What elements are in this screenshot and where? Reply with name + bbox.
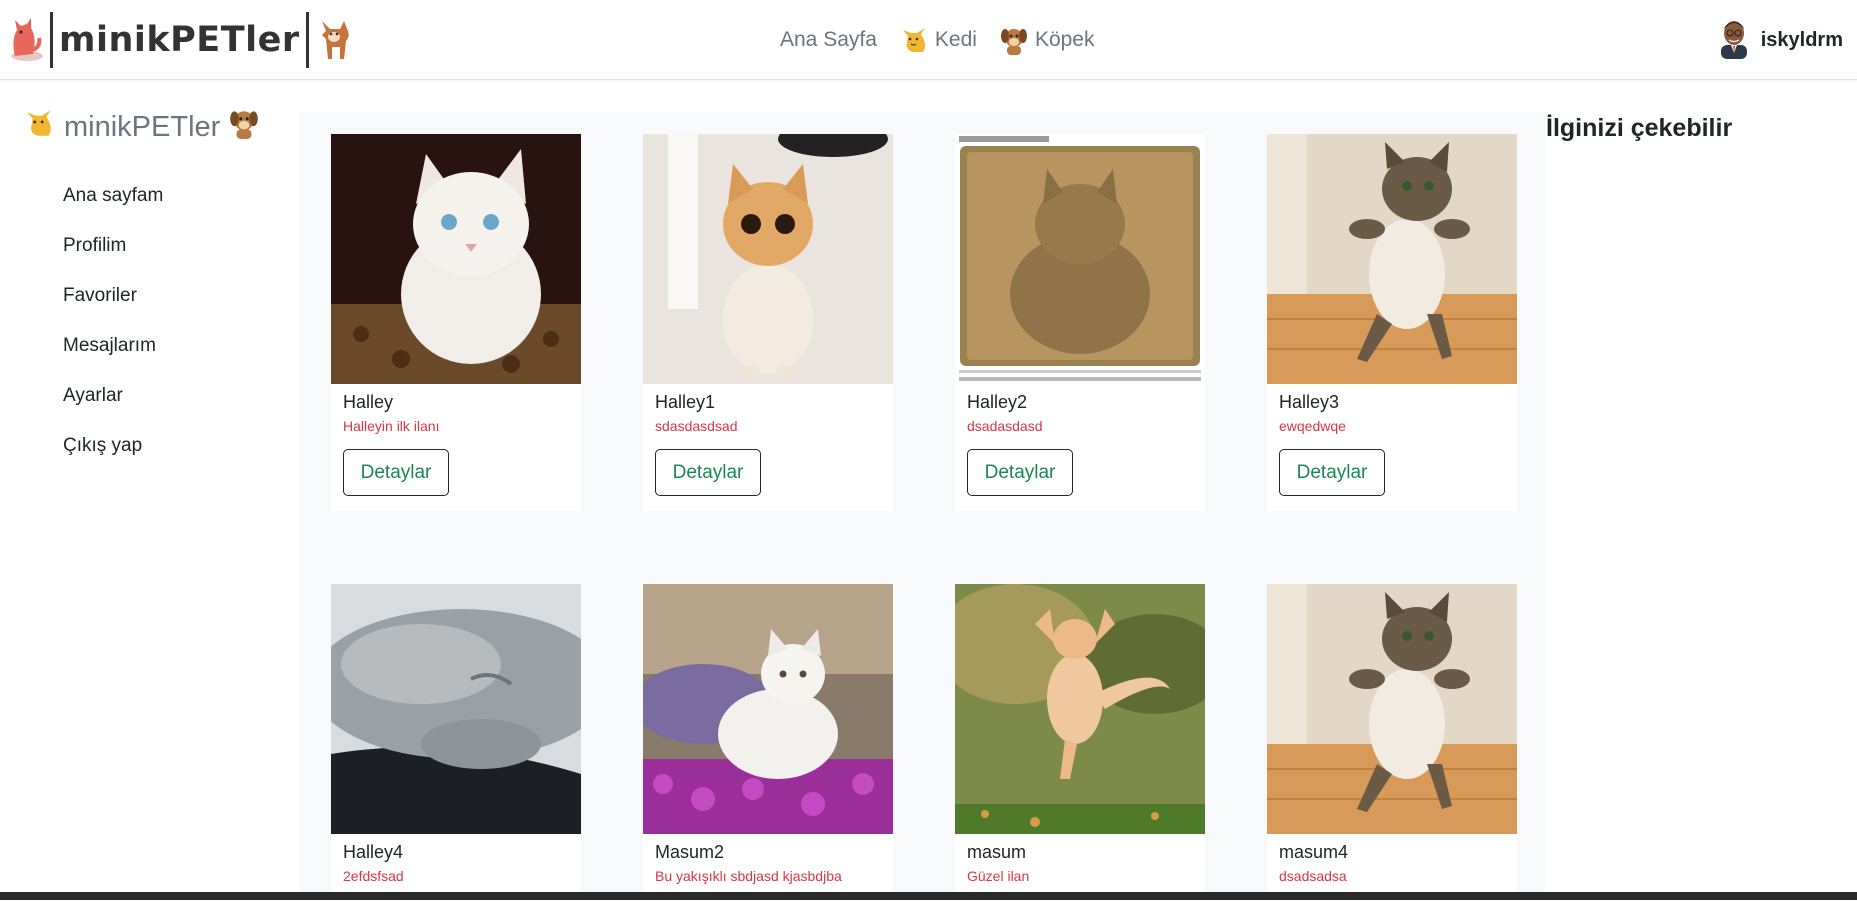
sidebar-brand-label: minikPETler xyxy=(64,110,221,143)
avatar xyxy=(1717,17,1751,64)
listing-card: Halley3 ewqedwqe Detaylar xyxy=(1267,134,1517,511)
listing-title: Halley1 xyxy=(655,392,716,412)
suggestions-heading: İlginizi çekebilir xyxy=(1546,114,1733,142)
dog-logo-icon xyxy=(313,14,355,66)
nav-link-label: Ana Sayfa xyxy=(780,28,877,51)
jumping-ginger-kitten-photo[interactable] xyxy=(955,584,1205,834)
listing-title: masum4 xyxy=(1279,842,1349,862)
username: iskyldrm xyxy=(1760,29,1843,51)
listing-grid: Halley Halleyin ilk ilanı Detaylar Halle… xyxy=(299,112,1545,901)
listing-card: masum4 dsadsadsa xyxy=(1267,584,1517,901)
cat-logo-icon xyxy=(4,14,46,66)
nav-link-kedi[interactable]: Kedi xyxy=(899,24,977,56)
dog-emoji-icon xyxy=(999,24,1029,56)
listing-title: Halley4 xyxy=(343,842,404,862)
listing-title: Halley xyxy=(343,392,394,412)
listing-title: masum xyxy=(967,842,1027,862)
listing-description: Halleyin ilk ilanı xyxy=(343,418,440,434)
nav-link-ana-sayfa[interactable]: Ana Sayfa xyxy=(780,28,877,52)
listing-description: 2efdsfsad xyxy=(343,868,404,884)
brand-divider-left xyxy=(50,12,53,68)
listing-title: Halley2 xyxy=(967,392,1028,412)
listing-card: Halley2 dsadasdasd Detaylar xyxy=(955,134,1205,511)
nav-link-kopek[interactable]: Köpek xyxy=(999,24,1095,56)
listing-description: Bu yakışıklı sbdjasd kjasbdjba xyxy=(655,868,842,884)
listing-card: Halley Halleyin ilk ilanı Detaylar xyxy=(331,134,581,511)
vintage-cat-photo[interactable] xyxy=(955,134,1205,384)
cat-emoji-icon xyxy=(899,24,929,56)
details-button[interactable]: Detaylar xyxy=(343,449,449,496)
main-nav: Ana Sayfa Kedi Köpek xyxy=(780,20,1094,60)
brand-logo[interactable]: minikPETler xyxy=(4,10,355,70)
dancing-tabby-cat-photo[interactable] xyxy=(1267,584,1517,834)
details-button[interactable]: Detaylar xyxy=(1279,449,1385,496)
listing-card: masum Güzel ilan xyxy=(955,584,1205,901)
sidebar-item-mesajlarim[interactable]: Mesajlarım xyxy=(63,335,163,385)
sleeping-grey-cat-photo[interactable] xyxy=(331,584,581,834)
brand-name: minikPETler xyxy=(59,20,300,60)
listing-card: Halley1 sdasdasdsad Detaylar xyxy=(643,134,893,511)
listing-title: Masum2 xyxy=(655,842,725,862)
white-kitten-photo[interactable] xyxy=(331,134,581,384)
nav-link-label: Köpek xyxy=(1034,28,1095,51)
taskbar-strip xyxy=(0,892,1857,900)
listing-card: Masum2 Bu yakışıklı sbdjasd kjasbdjba xyxy=(643,584,893,901)
listing-description: Güzel ilan xyxy=(967,868,1030,884)
ginger-kitten-standing-photo[interactable] xyxy=(643,134,893,384)
sidebar: minikPETler Ana sayfam Profilim Favorile… xyxy=(0,82,298,900)
sidebar-item-profilim[interactable]: Profilim xyxy=(63,235,163,285)
sidebar-item-ayarlar[interactable]: Ayarlar xyxy=(63,385,163,435)
details-button[interactable]: Detaylar xyxy=(655,449,761,496)
user-menu[interactable]: iskyldrm xyxy=(1717,17,1843,64)
listing-description: dsadsadsa xyxy=(1279,868,1347,884)
listing-description: ewqedwqe xyxy=(1279,418,1346,434)
sidebar-item-cikis-yap[interactable]: Çıkış yap xyxy=(63,435,163,485)
brand-divider-right xyxy=(305,12,309,68)
listing-description: sdasdasdsad xyxy=(655,418,738,434)
cat-emoji-icon xyxy=(22,106,56,148)
sidebar-item-favoriler[interactable]: Favoriler xyxy=(63,285,163,335)
listing-title: Halley3 xyxy=(1279,392,1340,412)
nav-link-label: Kedi xyxy=(934,28,977,51)
white-cat-flowers-photo[interactable] xyxy=(643,584,893,834)
sidebar-menu: Ana sayfam Profilim Favoriler Mesajlarım… xyxy=(63,185,163,485)
dog-emoji-icon xyxy=(228,106,260,148)
top-navbar: minikPETler Ana Sayfa Kedi Köpek iskyldr… xyxy=(0,0,1857,80)
listing-card: Halley4 2efdsfsad xyxy=(331,584,581,901)
listing-description: dsadasdasd xyxy=(967,418,1043,434)
details-button[interactable]: Detaylar xyxy=(967,449,1073,496)
sidebar-brand[interactable]: minikPETler xyxy=(22,106,260,148)
dancing-tabby-cat-photo[interactable] xyxy=(1267,134,1517,384)
sidebar-item-ana-sayfam[interactable]: Ana sayfam xyxy=(63,185,163,235)
